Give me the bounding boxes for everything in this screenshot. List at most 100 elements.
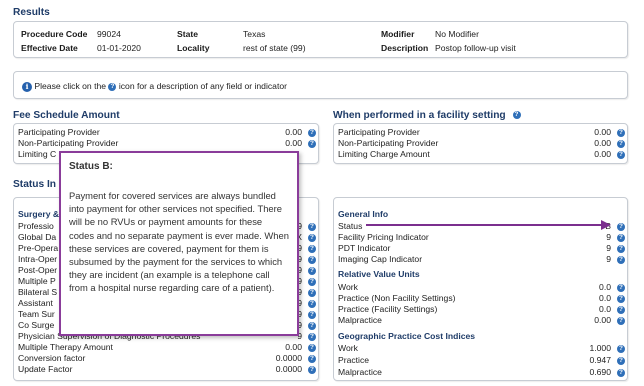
general-info-row: Status B? xyxy=(338,221,625,232)
fee-row-participating: Participating Provider 0.00 ? xyxy=(18,127,316,138)
gpci-row: Practice 0.947? xyxy=(338,355,625,366)
question-icon[interactable]: ? xyxy=(308,333,316,341)
general-info-value: 9 xyxy=(606,254,611,264)
facility-panel: Participating Provider 0.00 ? Non-Partic… xyxy=(333,123,628,164)
gpci-label: Practice xyxy=(338,355,370,365)
general-info-value: 9 xyxy=(606,232,611,242)
gpci-value: 0.947 xyxy=(589,355,611,365)
question-icon[interactable]: ? xyxy=(617,256,625,264)
rvu-value: 0.0 xyxy=(599,304,611,314)
question-icon[interactable]: ? xyxy=(512,111,521,120)
notice-panel: i Please click on the ? icon for a descr… xyxy=(13,71,628,99)
question-icon[interactable]: ? xyxy=(308,355,316,363)
status-indicator-label: Team Sur xyxy=(18,309,55,319)
facility-row-non-participating: Non-Participating Provider 0.00 ? xyxy=(338,138,625,149)
rvu-label: Work xyxy=(338,282,358,292)
rvu-row: Malpractice 0.00? xyxy=(338,315,625,326)
modifier-label: Modifier xyxy=(381,29,415,39)
facility-row-participating: Participating Provider 0.00 ? xyxy=(338,127,625,138)
question-icon[interactable]: ? xyxy=(308,129,316,137)
results-title: Results xyxy=(13,7,50,18)
question-icon[interactable]: ? xyxy=(108,82,117,91)
status-indicator-label: Bilateral S xyxy=(18,287,58,297)
locality-label: Locality xyxy=(177,43,210,53)
facility-row-limiting: Limiting Charge Amount 0.00 ? xyxy=(338,149,625,160)
question-icon[interactable]: ? xyxy=(617,369,625,377)
status-indicator-label: Professio xyxy=(18,221,54,231)
question-icon[interactable]: ? xyxy=(617,284,625,292)
gpci-row: Malpractice 0.690? xyxy=(338,367,625,378)
gpci-row: Work 1.000? xyxy=(338,343,625,354)
description-value: Postop follow-up visit xyxy=(435,43,516,53)
question-icon[interactable]: ? xyxy=(308,267,316,275)
question-icon[interactable]: ? xyxy=(617,245,625,253)
status-indicator-value: 0.0000 xyxy=(275,364,302,374)
gpci-label: Work xyxy=(338,343,358,353)
status-indicator-row: Multiple Therapy Amount 0.00? xyxy=(18,342,316,353)
status-indicator-label: Co Surge xyxy=(18,320,55,330)
question-icon[interactable]: ? xyxy=(308,234,316,242)
general-info-label: Imaging Cap Indicator xyxy=(338,254,423,264)
question-icon[interactable]: ? xyxy=(617,234,625,242)
question-icon[interactable]: ? xyxy=(308,344,316,352)
question-icon[interactable]: ? xyxy=(617,306,625,314)
state-value: Texas xyxy=(243,29,266,39)
gpci-label: Malpractice xyxy=(338,367,382,377)
general-info-title: General Info xyxy=(338,209,389,219)
status-indicator-label: Update Factor xyxy=(18,364,73,374)
gpci-title: Geographic Practice Cost Indices xyxy=(338,331,476,341)
general-info-row: Imaging Cap Indicator 9? xyxy=(338,254,625,265)
notice-text-before: Please click on the xyxy=(34,81,107,91)
general-info-row: PDT Indicator 9? xyxy=(338,243,625,254)
status-indicators-title: Status In xyxy=(13,179,57,190)
question-icon[interactable]: ? xyxy=(617,357,625,365)
question-icon[interactable]: ? xyxy=(308,245,316,253)
tooltip-title: Status B: xyxy=(69,161,113,172)
rvu-label: Practice (Non Facility Settings) xyxy=(338,293,456,303)
facility-title: When performed in a facility setting ? xyxy=(333,110,521,121)
question-icon[interactable]: ? xyxy=(308,322,316,330)
status-indicator-label: Assistant xyxy=(18,298,53,308)
status-indicator-label: Global Da xyxy=(18,232,57,242)
gpci-value: 0.690 xyxy=(589,367,611,377)
description-label: Description xyxy=(381,43,429,53)
rvu-value: 0.00 xyxy=(594,315,611,325)
procedure-code-label: Procedure Code xyxy=(21,29,88,39)
modifier-value: No Modifier xyxy=(435,29,479,39)
question-icon[interactable]: ? xyxy=(617,223,625,231)
status-indicator-label: Post-Oper xyxy=(18,265,58,275)
rvu-row: Work 0.0? xyxy=(338,282,625,293)
question-icon[interactable]: ? xyxy=(308,289,316,297)
rvu-label: Malpractice xyxy=(338,315,382,325)
status-indicator-label: Pre-Opera xyxy=(18,243,59,253)
status-indicator-value: 0.0000 xyxy=(275,353,302,363)
results-panel: Procedure Code 99024 Effective Date 01-0… xyxy=(13,21,628,58)
general-info-panel: General Info Status B? Facility Pricing In… xyxy=(333,197,628,381)
question-icon[interactable]: ? xyxy=(617,140,625,148)
question-icon[interactable]: ? xyxy=(617,345,625,353)
question-icon[interactable]: ? xyxy=(308,256,316,264)
general-info-value: B xyxy=(605,221,611,231)
fee-schedule-title: Fee Schedule Amount xyxy=(13,110,120,121)
question-icon[interactable]: ? xyxy=(308,278,316,286)
locality-value: rest of state (99) xyxy=(243,43,306,53)
question-icon[interactable]: ? xyxy=(308,366,316,374)
rvu-label: Practice (Facility Settings) xyxy=(338,304,438,314)
status-indicator-label: Intra-Oper xyxy=(18,254,58,264)
question-icon[interactable]: ? xyxy=(617,129,625,137)
question-icon[interactable]: ? xyxy=(308,140,316,148)
question-icon[interactable]: ? xyxy=(617,317,625,325)
question-icon[interactable]: ? xyxy=(308,223,316,231)
question-icon[interactable]: ? xyxy=(617,295,625,303)
general-info-label: PDT Indicator xyxy=(338,243,391,253)
status-tooltip: Status B: Payment for covered services a… xyxy=(59,151,299,336)
effective-date-label: Effective Date xyxy=(21,43,78,53)
rvu-row: Practice (Facility Settings) 0.0? xyxy=(338,304,625,315)
status-indicator-row: Conversion factor 0.0000? xyxy=(18,353,316,364)
rvu-value: 0.0 xyxy=(599,293,611,303)
question-icon[interactable]: ? xyxy=(308,311,316,319)
question-icon[interactable]: ? xyxy=(617,151,625,159)
question-icon[interactable]: ? xyxy=(308,300,316,308)
effective-date-value: 01-01-2020 xyxy=(97,43,141,53)
status-indicator-label: Conversion factor xyxy=(18,353,86,363)
